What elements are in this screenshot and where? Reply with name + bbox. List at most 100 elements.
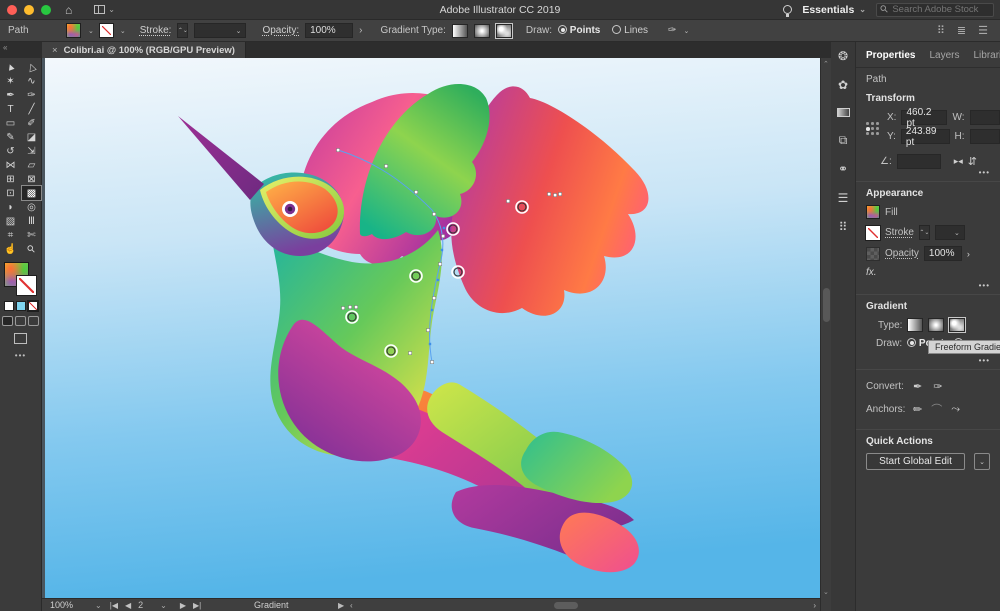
- previous-artboard-button[interactable]: ◀: [125, 601, 131, 610]
- opacity-link[interactable]: Opacity: [885, 248, 919, 259]
- vertical-scrollbar[interactable]: ⌃ ⌄: [820, 58, 831, 611]
- collapse-toolbar-icon[interactable]: «: [3, 43, 7, 52]
- appearance-fill-swatch[interactable]: [866, 205, 880, 219]
- align-panel-icon[interactable]: ☰: [838, 192, 849, 204]
- global-edit-options-icon[interactable]: ⌄: [974, 453, 990, 470]
- paintbrush-tool[interactable]: ✐: [22, 116, 41, 130]
- close-tab-icon[interactable]: ×: [52, 45, 58, 56]
- angle-field[interactable]: [897, 154, 941, 169]
- workspace-switcher[interactable]: Essentials ⌄: [802, 4, 866, 16]
- close-window-button[interactable]: [7, 5, 17, 15]
- remove-anchor-icon[interactable]: ⌒: [931, 401, 942, 417]
- zoom-dropdown-icon[interactable]: ⌄: [95, 601, 102, 610]
- last-artboard-button[interactable]: ▶|: [193, 601, 201, 610]
- artboard-number[interactable]: 2: [138, 600, 143, 610]
- radial-gradient-button[interactable]: [474, 24, 490, 38]
- tab-libraries[interactable]: Libraries: [973, 50, 1000, 61]
- reference-point-locator[interactable]: [866, 122, 880, 136]
- minimize-window-button[interactable]: [24, 5, 34, 15]
- fill-color-swatch[interactable]: [66, 23, 81, 38]
- status-expand-icon[interactable]: ▶: [338, 601, 344, 610]
- transform-more-options[interactable]: •••: [979, 168, 990, 177]
- zoom-level[interactable]: 100%: [50, 600, 73, 610]
- linear-gradient-button[interactable]: [452, 24, 468, 38]
- linear-gradient-button[interactable]: [907, 318, 923, 332]
- opacity-field[interactable]: 100%: [924, 246, 962, 261]
- stroke-weight-field[interactable]: ⌄: [935, 225, 965, 240]
- color-panel-icon[interactable]: ❂: [838, 50, 848, 62]
- panel-menu-icon[interactable]: ☰: [978, 24, 988, 37]
- active-stroke-swatch[interactable]: [17, 276, 36, 295]
- gradient-options-icon[interactable]: ✑: [668, 25, 676, 36]
- freeform-gradient-button[interactable]: [496, 24, 512, 38]
- chevron-down-icon[interactable]: ⌄: [88, 27, 94, 35]
- opacity-expand-icon[interactable]: ›: [967, 249, 970, 259]
- direct-selection-tool[interactable]: △: [22, 60, 41, 74]
- zoom-window-button[interactable]: [41, 5, 51, 15]
- convert-smooth-icon[interactable]: ✑: [933, 380, 942, 393]
- artboards-panel-icon[interactable]: ⧉: [839, 134, 848, 146]
- stroke-link[interactable]: Stroke:: [140, 25, 172, 36]
- scroll-up-icon[interactable]: ⌃: [823, 60, 829, 68]
- line-segment-tool[interactable]: ╱: [22, 102, 41, 116]
- y-field[interactable]: 243.89 pt: [901, 129, 950, 144]
- appearance-stroke-swatch[interactable]: [866, 226, 880, 240]
- rectangle-tool[interactable]: ▭: [1, 116, 20, 130]
- x-field[interactable]: 460.2 pt: [901, 110, 947, 125]
- radial-gradient-button[interactable]: [928, 318, 944, 332]
- gradient-tool[interactable]: ▩: [22, 186, 41, 200]
- start-global-edit-button[interactable]: Start Global Edit: [866, 453, 965, 470]
- edit-toolbar-icon[interactable]: •••: [0, 351, 41, 360]
- hand-tool[interactable]: ☝: [1, 242, 20, 256]
- draw-inside-mode-icon[interactable]: [28, 316, 39, 326]
- first-artboard-button[interactable]: |◀: [110, 601, 118, 610]
- opacity-link[interactable]: Opacity:: [262, 25, 299, 36]
- gradient-panel-icon[interactable]: [837, 108, 850, 117]
- opacity-field[interactable]: 100%: [305, 23, 353, 38]
- tab-layers[interactable]: Layers: [929, 50, 959, 61]
- magic-wand-tool[interactable]: ✶: [1, 74, 20, 88]
- artboard-dropdown-icon[interactable]: ⌄: [160, 601, 167, 610]
- document-tab[interactable]: × Colibri.ai @ 100% (RGB/GPU Preview): [42, 42, 246, 58]
- color-swatch-white[interactable]: [4, 301, 14, 311]
- pencil-tool[interactable]: ✎: [1, 130, 20, 144]
- links-panel-icon[interactable]: ⚭: [838, 163, 848, 175]
- color-swatch-none[interactable]: [28, 301, 38, 311]
- effects-button[interactable]: fx.: [866, 267, 877, 278]
- stroke-weight-stepper[interactable]: ⌃⌄: [177, 23, 188, 38]
- lasso-tool[interactable]: ∿: [22, 74, 41, 88]
- stroke-weight-stepper[interactable]: ⌃⌄: [919, 225, 930, 240]
- gradient-more-options[interactable]: •••: [979, 356, 990, 365]
- fill-stroke-indicator[interactable]: [2, 262, 40, 298]
- workspace-layout-button[interactable]: ⌄: [94, 5, 115, 14]
- arrange-documents-icon[interactable]: ≣: [957, 24, 966, 37]
- swatches-panel-icon[interactable]: ✿: [838, 79, 848, 91]
- shape-builder-tool[interactable]: ⊞: [1, 172, 20, 186]
- zoom-tool[interactable]: ⚲: [22, 242, 41, 256]
- free-transform-tool[interactable]: ▱: [22, 158, 41, 172]
- scroll-right-icon[interactable]: ›: [813, 601, 816, 610]
- draw-normal-mode-icon[interactable]: [2, 316, 13, 326]
- stroke-link[interactable]: Stroke: [885, 227, 914, 238]
- add-anchor-icon[interactable]: ✏: [913, 403, 922, 416]
- transform-panel-icon[interactable]: ⠿: [839, 221, 848, 233]
- width-tool[interactable]: ⋈: [1, 158, 20, 172]
- status-collapse-icon[interactable]: ‹: [350, 601, 353, 610]
- stock-search[interactable]: ⚲: [876, 3, 994, 17]
- pen-tool[interactable]: ✒: [1, 88, 20, 102]
- next-artboard-button[interactable]: ▶: [180, 601, 186, 610]
- column-graph-tool[interactable]: Ⅲ: [22, 214, 41, 228]
- appearance-more-options[interactable]: •••: [979, 281, 990, 290]
- convert-anchor-icon[interactable]: ✒: [913, 380, 922, 393]
- perspective-grid-tool[interactable]: ⊠: [22, 172, 41, 186]
- scale-tool[interactable]: ⇲: [22, 144, 41, 158]
- draw-behind-mode-icon[interactable]: [15, 316, 26, 326]
- eyedropper-tool[interactable]: ◗: [1, 200, 20, 214]
- hummingbird-artwork[interactable]: [45, 58, 820, 598]
- type-tool[interactable]: T: [1, 102, 20, 116]
- artboard-tool[interactable]: ⌗: [1, 228, 20, 242]
- eraser-tool[interactable]: ◪: [22, 130, 41, 144]
- h-field[interactable]: [970, 129, 1000, 144]
- screen-mode-icon[interactable]: [14, 333, 27, 344]
- flip-horizontal-icon[interactable]: ▸◂: [954, 156, 963, 167]
